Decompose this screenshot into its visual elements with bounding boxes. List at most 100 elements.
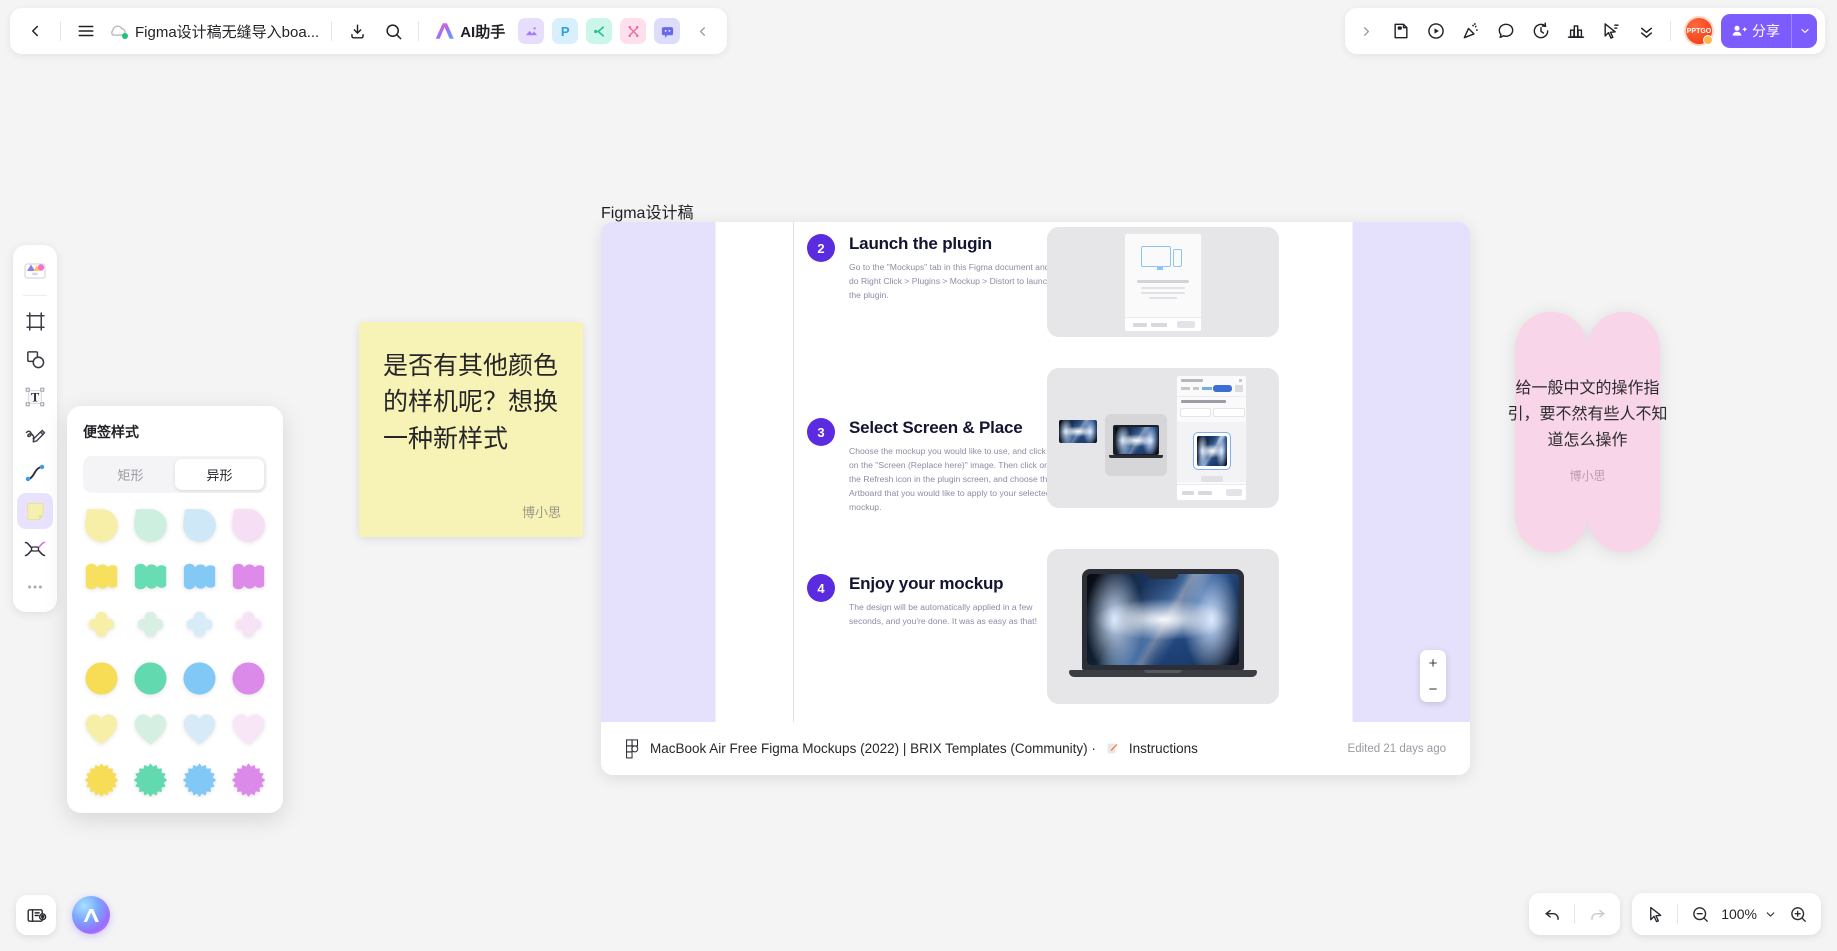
sticky-swatch-heart-2[interactable] bbox=[181, 711, 218, 748]
figma-icon bbox=[626, 738, 639, 758]
sticky-swatch-teardrop-3[interactable] bbox=[230, 507, 267, 544]
embed-footer-title: MacBook Air Free Figma Mockups (2022) | … bbox=[650, 741, 1096, 756]
sticky-swatch-teardrop-0[interactable] bbox=[83, 507, 120, 544]
circle-shape-icon bbox=[232, 662, 265, 695]
sticky-swatch-teardrop-2[interactable] bbox=[181, 507, 218, 544]
zoom-group: 100% bbox=[1632, 893, 1821, 935]
templates-icon bbox=[24, 263, 46, 279]
sticky-swatch-starburst-2[interactable] bbox=[181, 762, 218, 799]
sticky-swatch-wavy-2[interactable] bbox=[181, 558, 218, 595]
minimap-button[interactable] bbox=[16, 895, 56, 935]
sticky-note-yellow-text: 是否有其他颜色的样机呢？想换一种新样式 bbox=[383, 352, 559, 453]
tab-custom-shape[interactable]: 异形 bbox=[175, 459, 264, 490]
sticky-swatch-starburst-1[interactable] bbox=[132, 762, 169, 799]
sticky-swatch-clover-3[interactable] bbox=[230, 609, 267, 646]
step-description: The design will be automatically applied… bbox=[849, 602, 1037, 626]
canvas-zoom-out-button[interactable]: − bbox=[1420, 676, 1446, 702]
step-number: 3 bbox=[807, 418, 835, 446]
clover-shape-icon bbox=[186, 611, 213, 637]
sticky-swatch-heart-3[interactable] bbox=[230, 711, 267, 748]
circle-shape-icon bbox=[134, 662, 167, 695]
zoom-dropdown-button[interactable] bbox=[1759, 897, 1781, 931]
instructions-icon bbox=[1107, 743, 1118, 754]
templates-tool[interactable] bbox=[17, 252, 53, 288]
sticky-style-panel: 便签样式 矩形 异形 bbox=[67, 406, 283, 813]
embed-step-3: 3 Select Screen & Place Choose the mocku… bbox=[807, 418, 1054, 515]
timeline-rule bbox=[793, 222, 794, 722]
sticky-swatch-starburst-3[interactable] bbox=[230, 762, 267, 799]
canvas-zoom-controls: + − bbox=[1420, 650, 1446, 702]
sticky-swatch-wavy-1[interactable] bbox=[132, 558, 169, 595]
cursor-tool-button[interactable] bbox=[1638, 897, 1672, 931]
circle-shape-icon bbox=[85, 662, 118, 695]
sticky-swatch-clover-1[interactable] bbox=[132, 609, 169, 646]
wavy-shape-icon bbox=[183, 563, 216, 590]
sticky-swatch-heart-1[interactable] bbox=[132, 711, 169, 748]
ai-orb-icon bbox=[83, 908, 99, 922]
sticky-panel-title: 便签样式 bbox=[83, 424, 139, 440]
figma-embed-card[interactable]: 2 Launch the plugin Go to the "Mockups" … bbox=[601, 222, 1470, 775]
sticky-color-grid bbox=[83, 507, 267, 799]
left-toolbar: T bbox=[13, 245, 57, 612]
sticky-swatch-wavy-3[interactable] bbox=[230, 558, 267, 595]
embed-footer: MacBook Air Free Figma Mockups (2022) | … bbox=[601, 722, 1470, 775]
canvas-zoom-in-button[interactable]: + bbox=[1420, 650, 1446, 676]
embed-footer-edited: Edited 21 days ago bbox=[1347, 742, 1446, 755]
heart-shape-icon bbox=[232, 714, 265, 745]
zoom-level[interactable]: 100% bbox=[1717, 906, 1759, 922]
embed-label: Figma设计稿 bbox=[601, 205, 694, 222]
starburst-shape-icon bbox=[133, 763, 168, 797]
clover-shape-icon bbox=[137, 611, 164, 637]
shape-tool[interactable] bbox=[17, 341, 53, 377]
sticky-note-icon bbox=[26, 502, 44, 520]
frame-tool[interactable] bbox=[17, 303, 53, 339]
wavy-shape-icon bbox=[232, 563, 265, 590]
sticky-swatch-circle-3[interactable] bbox=[230, 660, 267, 697]
divider bbox=[1574, 904, 1576, 924]
sticky-swatch-clover-2[interactable] bbox=[181, 609, 218, 646]
sticky-swatch-starburst-0[interactable] bbox=[83, 762, 120, 799]
sticky-swatch-circle-0[interactable] bbox=[83, 660, 120, 697]
more-icon bbox=[28, 585, 42, 589]
history-group bbox=[1529, 893, 1621, 935]
sticky-swatch-teardrop-1[interactable] bbox=[132, 507, 169, 544]
text-icon: T bbox=[25, 387, 45, 407]
heart-shape-icon bbox=[183, 714, 216, 745]
sticky-note-pink-author: 博小思 bbox=[1569, 468, 1606, 483]
circle-shape-icon bbox=[183, 662, 216, 695]
curve-tool[interactable] bbox=[17, 455, 53, 491]
clover-shape-icon bbox=[88, 611, 115, 637]
zoom-in-button[interactable] bbox=[1781, 897, 1815, 931]
embed-footer-link[interactable]: Instructions bbox=[1129, 741, 1198, 756]
heart-shape-icon bbox=[134, 714, 167, 745]
connector-tool[interactable] bbox=[17, 531, 53, 567]
sticky-note-tool[interactable] bbox=[17, 493, 53, 529]
embed-shot-2 bbox=[1047, 227, 1279, 337]
sticky-note-pink[interactable]: 给一般中文的操作指引，要不然有些人不知道怎么操作 博小思 bbox=[1479, 311, 1696, 553]
curve-icon bbox=[25, 464, 45, 482]
more-tools[interactable] bbox=[17, 569, 53, 605]
heart-shape-icon bbox=[85, 714, 118, 745]
pen-tool[interactable] bbox=[17, 417, 53, 453]
svg-text:T: T bbox=[31, 390, 40, 404]
embed-step-2: 2 Launch the plugin Go to the "Mockups" … bbox=[807, 234, 1054, 303]
tab-rectangle[interactable]: 矩形 bbox=[86, 459, 175, 490]
ai-assistant-orb[interactable] bbox=[72, 896, 110, 934]
teardrop-shape-icon bbox=[232, 509, 265, 542]
sticky-swatch-heart-0[interactable] bbox=[83, 711, 120, 748]
sticky-swatch-circle-1[interactable] bbox=[132, 660, 169, 697]
step-description: Go to the "Mockups" tab in this Figma do… bbox=[849, 262, 1052, 300]
sticky-swatch-wavy-0[interactable] bbox=[83, 558, 120, 595]
embed-step-4: 4 Enjoy your mockup The design will be a… bbox=[807, 574, 1054, 629]
sticky-note-yellow[interactable]: 是否有其他颜色的样机呢？想换一种新样式 博小思 bbox=[359, 322, 583, 537]
sticky-swatch-clover-0[interactable] bbox=[83, 609, 120, 646]
figma-embed-canvas: 2 Launch the plugin Go to the "Mockups" … bbox=[601, 222, 1470, 722]
shape-icon bbox=[26, 350, 44, 368]
redo-button[interactable] bbox=[1580, 897, 1614, 931]
wavy-shape-icon bbox=[85, 563, 118, 590]
text-tool[interactable]: T bbox=[17, 379, 53, 415]
sticky-swatch-circle-2[interactable] bbox=[181, 660, 218, 697]
undo-button[interactable] bbox=[1535, 897, 1569, 931]
embed-shot-4 bbox=[1047, 549, 1279, 704]
zoom-out-button[interactable] bbox=[1683, 897, 1717, 931]
